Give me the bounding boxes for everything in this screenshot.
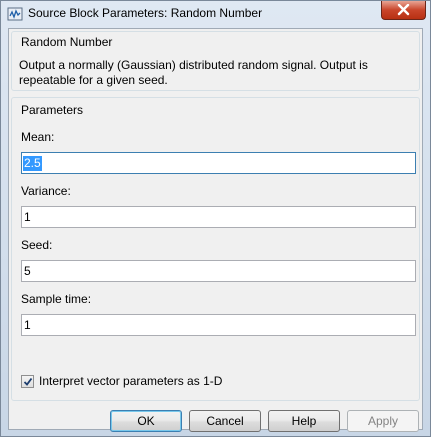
mean-label: Mean:: [21, 130, 55, 144]
variance-label: Variance:: [21, 184, 71, 198]
dialog-body: Random Number Output a normally (Gaussia…: [8, 28, 423, 432]
sample-time-label: Sample time:: [21, 292, 92, 306]
parameters-group: Parameters Mean: 2.5 Variance: Seed: Sam…: [11, 97, 420, 401]
variance-input[interactable]: [21, 206, 416, 228]
cancel-button[interactable]: Cancel: [189, 410, 261, 432]
simulink-block-icon: [7, 6, 23, 22]
seed-label: Seed:: [21, 238, 53, 252]
apply-button[interactable]: Apply: [347, 410, 419, 432]
parameters-group-label: Parameters: [19, 103, 86, 117]
title-bar[interactable]: Source Block Parameters: Random Number: [1, 1, 430, 27]
ok-button[interactable]: OK: [110, 410, 182, 432]
checkmark-icon: [23, 377, 33, 386]
close-button[interactable]: [381, 1, 426, 20]
help-button[interactable]: Help: [268, 410, 340, 432]
mean-value: 2.5: [23, 156, 42, 171]
window-title: Source Block Parameters: Random Number: [28, 6, 263, 20]
interpret-vector-label: Interpret vector parameters as 1-D: [39, 374, 223, 388]
description-text: Output a normally (Gaussian) distributed…: [19, 58, 368, 87]
seed-input[interactable]: [21, 260, 416, 282]
description-group-label: Random Number: [19, 35, 115, 49]
mean-input[interactable]: 2.5: [21, 152, 416, 174]
dialog-window: Source Block Parameters: Random Number R…: [0, 0, 431, 437]
interpret-vector-checkbox[interactable]: [21, 375, 34, 388]
sample-time-input[interactable]: [21, 314, 416, 336]
close-icon: [397, 4, 410, 16]
description-group: Random Number Output a normally (Gaussia…: [11, 31, 420, 91]
